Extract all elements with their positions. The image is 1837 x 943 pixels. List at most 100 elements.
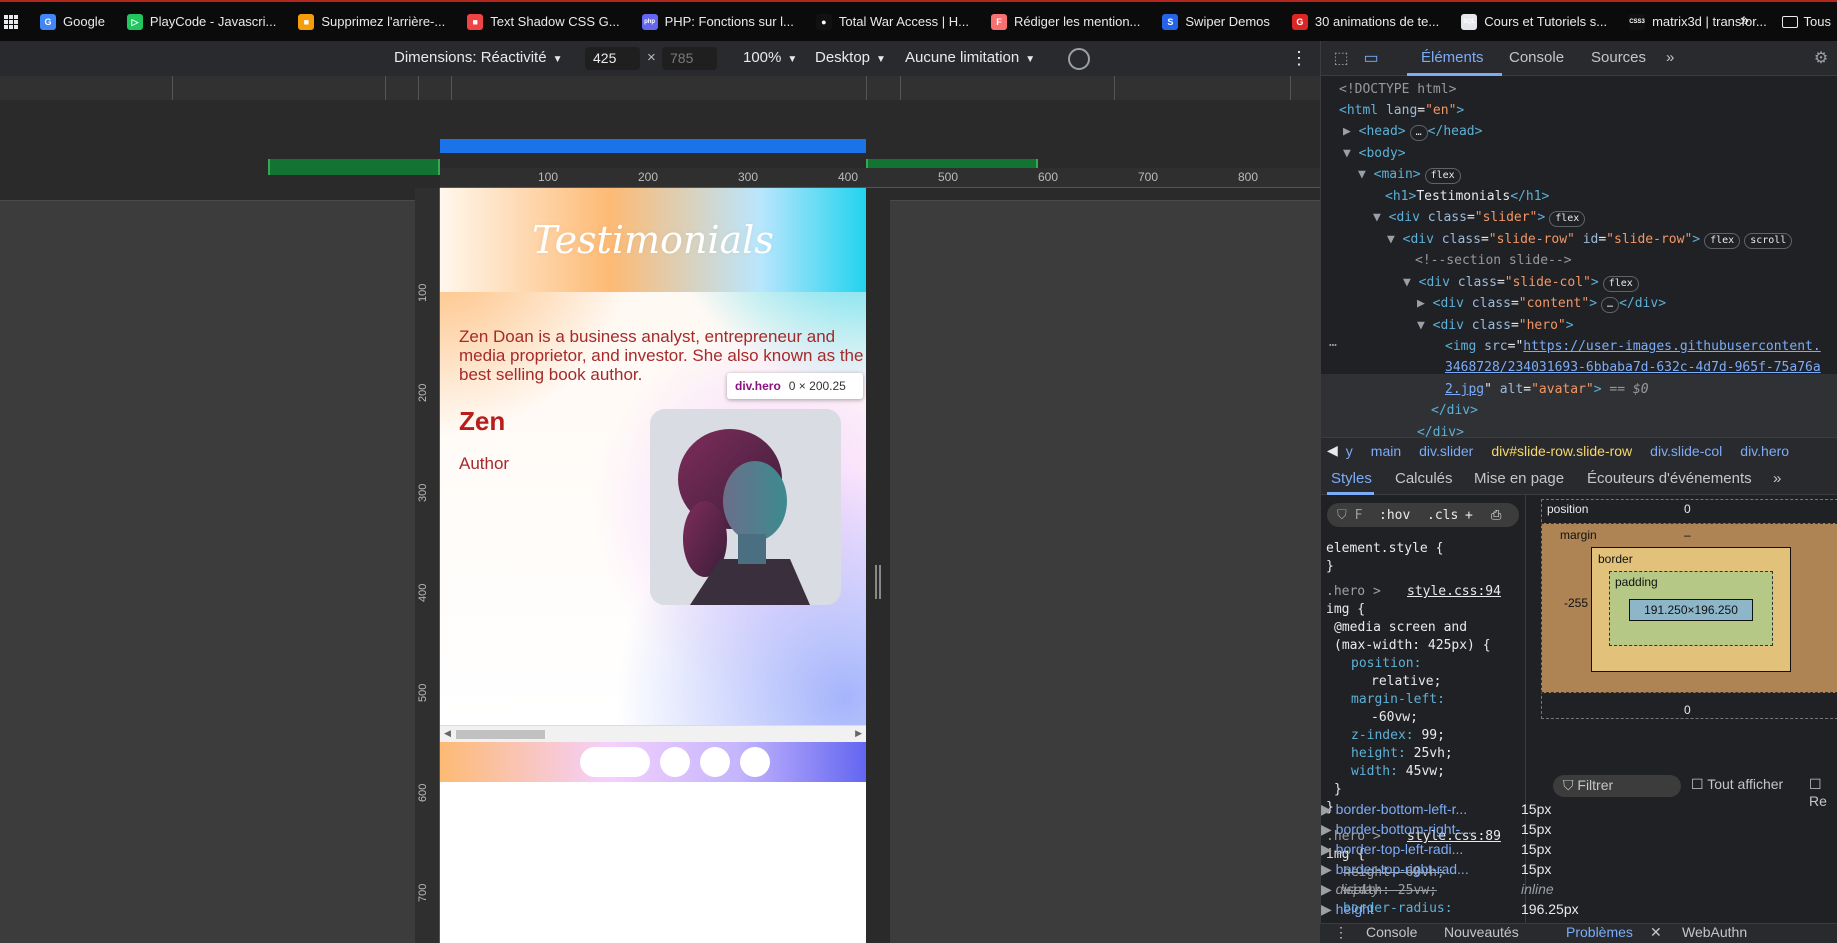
breadcrumb-item[interactable]: div.hero: [1740, 443, 1789, 459]
show-all-checkbox[interactable]: ☐ Tout afficher: [1691, 776, 1783, 793]
css-declaration[interactable]: z-index: 99;: [1351, 727, 1445, 745]
computed-property[interactable]: ▶ display inline: [1321, 881, 1554, 898]
breadcrumb-item[interactable]: div.slider: [1419, 443, 1473, 459]
bookmark-item[interactable]: G 30 animations de te...: [1291, 13, 1439, 30]
device-toggle-icon[interactable]: ▭: [1361, 48, 1381, 68]
breadcrumb-item[interactable]: div#slide-row.slide-row: [1491, 443, 1632, 459]
apps-grid-icon[interactable]: [4, 14, 18, 29]
group-checkbox[interactable]: ☐ Re: [1809, 776, 1837, 809]
element-style-rule[interactable]: element.style {: [1326, 540, 1443, 558]
dimensions-dropdown[interactable]: Dimensions: Réactivité ▼: [394, 49, 562, 66]
more-subtabs-button[interactable]: »: [1773, 470, 1781, 487]
expand-icon[interactable]: ▶: [1321, 801, 1336, 817]
styles-filter-input[interactable]: ⛉ F :hov .cls + ⎙: [1327, 503, 1519, 527]
dom-node[interactable]: <h1>Testimonials</h1>: [1385, 186, 1549, 208]
drawer-tab-issues[interactable]: Problèmes: [1566, 924, 1633, 940]
dom-node[interactable]: ▼ <div class="slide-row" id="slide-row">…: [1387, 229, 1793, 251]
more-options-icon[interactable]: ⋮: [1290, 48, 1308, 69]
indicator[interactable]: [700, 747, 730, 777]
other-bookmarks-folder[interactable]: Tous: [1781, 14, 1831, 29]
computed-property[interactable]: ▶ border-top-left-radi... 15px: [1321, 841, 1551, 858]
scroll-right-arrow-icon[interactable]: ▶: [855, 728, 862, 739]
breadcrumb-item[interactable]: div.slide-col: [1650, 443, 1722, 459]
resize-handle[interactable]: [875, 565, 881, 599]
indicator[interactable]: [740, 747, 770, 777]
drawer-menu-icon[interactable]: ⋮: [1334, 924, 1348, 941]
breadcrumb-item[interactable]: main: [1371, 443, 1401, 459]
bookmark-item[interactable]: ■ Supprimez l'arrière-...: [298, 13, 445, 30]
breadcrumb-item[interactable]: y: [1346, 443, 1353, 459]
computed-filter-input[interactable]: ⛉ Filtrer: [1553, 775, 1681, 797]
cls-toggle[interactable]: .cls: [1427, 507, 1458, 525]
dom-node[interactable]: ▶ <div class="content">… </div>: [1417, 293, 1666, 315]
print-icon[interactable]: ⎙: [1491, 507, 1501, 525]
tab-event-listeners[interactable]: Écouteurs d'événements: [1587, 470, 1752, 487]
computed-property[interactable]: ▶ border-bottom-left-r... 15px: [1321, 801, 1551, 818]
dom-node[interactable]: ▼ <main> flex: [1358, 164, 1461, 186]
add-rule-icon[interactable]: +: [1465, 507, 1473, 525]
computed-property[interactable]: ▶ height 196.25px: [1321, 901, 1579, 918]
dom-node[interactable]: <!DOCTYPE html>: [1339, 79, 1456, 101]
dom-node[interactable]: ▶ <head>… </head>: [1343, 121, 1482, 143]
expand-icon[interactable]: ▶: [1321, 861, 1336, 877]
scrollbar-thumb[interactable]: [456, 730, 545, 739]
dom-comment[interactable]: <!--section slide-->: [1415, 250, 1572, 272]
box-content-size[interactable]: 191.250×196.250: [1629, 599, 1753, 621]
dom-node[interactable]: ▼ <div class="hero">: [1417, 315, 1574, 337]
rotate-icon[interactable]: [1068, 48, 1090, 70]
media-query-presets[interactable]: [0, 76, 1320, 100]
close-icon[interactable]: ✕: [1650, 924, 1662, 941]
css-value[interactable]: -60vw;: [1371, 709, 1418, 727]
bookmark-item[interactable]: G Google: [40, 13, 105, 30]
horizontal-scrollbar[interactable]: ◀ ▶: [440, 725, 866, 742]
breadcrumb-scroll-left-icon[interactable]: ◀: [1327, 442, 1338, 459]
tab-computed[interactable]: Calculés: [1395, 470, 1453, 487]
width-input[interactable]: 425: [585, 47, 640, 70]
dom-node-close[interactable]: </div>: [1431, 400, 1478, 422]
dom-node[interactable]: ▼ <div class="slider"> flex: [1373, 207, 1586, 229]
drawer-tab-webauthn[interactable]: WebAuthn: [1682, 924, 1747, 940]
bookmark-item[interactable]: S Swiper Demos: [1162, 13, 1270, 30]
bookmarks-overflow-button[interactable]: »: [1740, 12, 1749, 30]
min-width-query-bar-left[interactable]: [268, 159, 440, 175]
expand-icon[interactable]: ▶: [1321, 821, 1336, 837]
dom-node[interactable]: ▼ <body>: [1343, 143, 1406, 165]
css-property[interactable]: position:: [1351, 655, 1421, 673]
more-tabs-button[interactable]: »: [1666, 49, 1674, 66]
dom-node-selected[interactable]: <img src="https://user-images.githubuser…: [1445, 336, 1821, 358]
inspect-element-icon[interactable]: ⬚: [1331, 48, 1351, 68]
bookmark-item[interactable]: ● Total War Access | H...: [815, 13, 969, 30]
rule-selector[interactable]: .hero >: [1326, 583, 1381, 601]
computed-property[interactable]: ▶ border-top-right-rad... 15px: [1321, 861, 1551, 878]
drawer-tab-console[interactable]: Console: [1366, 924, 1417, 940]
zoom-dropdown[interactable]: 100% ▼: [743, 49, 797, 66]
hov-toggle[interactable]: :hov: [1379, 507, 1410, 525]
settings-gear-icon[interactable]: ⚙: [1811, 48, 1831, 68]
css-declaration[interactable]: height: 25vh;: [1351, 745, 1453, 763]
expand-icon[interactable]: ▶: [1321, 881, 1336, 897]
css-property[interactable]: margin-left:: [1351, 691, 1445, 709]
rule-selector[interactable]: img {: [1326, 601, 1365, 619]
bookmark-item[interactable]: F Rédiger les mention...: [990, 13, 1140, 30]
drawer-tab-whats-new[interactable]: Nouveautés: [1444, 924, 1519, 940]
computed-property[interactable]: ▶ border-bottom-right-... 15px: [1321, 821, 1551, 838]
height-input[interactable]: 785: [662, 47, 717, 70]
max-width-query-bar[interactable]: [440, 139, 866, 153]
node-actions-icon[interactable]: …: [1329, 332, 1337, 354]
tab-elements[interactable]: Éléments: [1421, 49, 1484, 66]
bookmark-item[interactable]: ▷ PlayCode - Javascri...: [126, 13, 276, 30]
dom-node[interactable]: ▼ <div class="slide-col"> flex: [1403, 272, 1639, 294]
bookmark-item[interactable]: SQL Cours et Tutoriels s...: [1461, 13, 1607, 30]
tab-styles[interactable]: Styles: [1331, 470, 1372, 487]
css-value[interactable]: relative;: [1371, 673, 1441, 691]
dom-node[interactable]: <html lang="en">: [1339, 100, 1464, 122]
throttle-dropdown[interactable]: Aucune limitation ▼: [905, 49, 1035, 66]
expand-icon[interactable]: ▶: [1321, 841, 1336, 857]
img-src-continued[interactable]: 3468728/234031693-6bbaba7d-632c-4d7d-965…: [1445, 357, 1821, 379]
stylesheet-link[interactable]: style.css:94: [1407, 583, 1501, 601]
device-type-dropdown[interactable]: Desktop ▼: [815, 49, 886, 66]
bookmark-item[interactable]: php PHP: Fonctions sur l...: [641, 13, 794, 30]
indicator-active[interactable]: [580, 747, 650, 777]
tab-sources[interactable]: Sources: [1591, 49, 1646, 66]
tab-layout[interactable]: Mise en page: [1474, 470, 1564, 487]
